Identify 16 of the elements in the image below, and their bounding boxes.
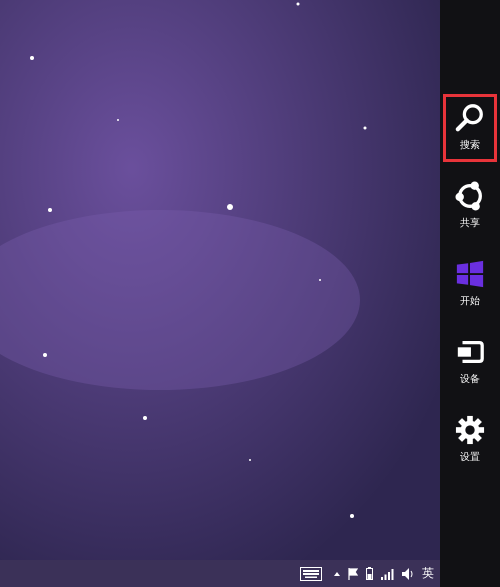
windows-logo-icon <box>455 259 485 289</box>
share-icon <box>455 181 485 211</box>
battery-icon[interactable] <box>366 567 373 580</box>
flag-icon[interactable] <box>348 568 358 580</box>
charm-button[interactable]: 设备 <box>443 328 497 396</box>
charm-button[interactable]: 共享 <box>443 172 497 240</box>
charm-button[interactable]: 搜索 <box>443 94 497 162</box>
gear-icon <box>455 415 485 445</box>
signal-icon[interactable] <box>381 568 394 580</box>
keyboard-icon[interactable] <box>300 566 322 580</box>
search-icon <box>455 103 485 133</box>
speaker-icon[interactable] <box>402 568 414 580</box>
language-indicator[interactable]: 英 <box>422 565 434 582</box>
charm-button[interactable]: 开始 <box>443 250 497 318</box>
caret-icon[interactable] <box>334 572 340 576</box>
charm-button[interactable]: 设置 <box>443 406 497 474</box>
